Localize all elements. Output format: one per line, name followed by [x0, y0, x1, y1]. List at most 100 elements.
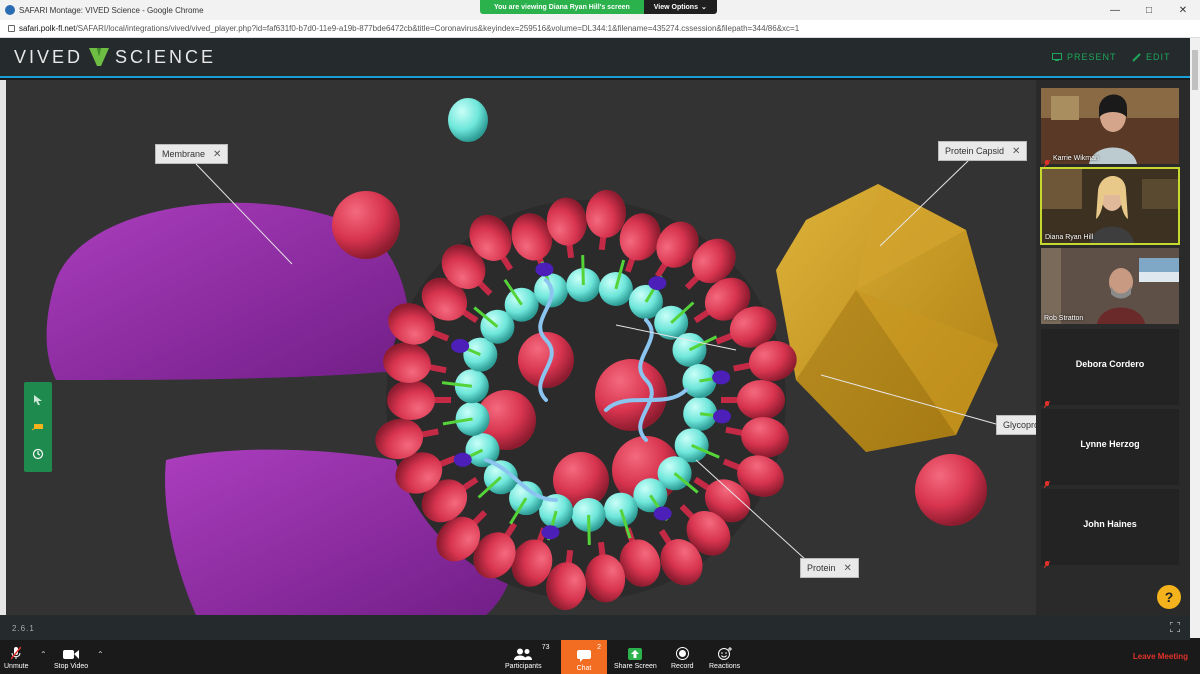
- maximize-icon[interactable]: □: [1132, 0, 1166, 20]
- reactions-button[interactable]: Reactions: [709, 642, 740, 672]
- record-label: Record: [671, 663, 694, 670]
- video-panel: Karrie Wikman Diana Ryan Hill Rob Stratt…: [1036, 80, 1190, 615]
- edit-button[interactable]: EDIT: [1132, 52, 1171, 62]
- participant-name: Rob Stratton: [1044, 315, 1084, 322]
- video-tile-lynne[interactable]: Lynne Herzog: [1040, 408, 1180, 489]
- video-options-caret[interactable]: ⌃: [97, 650, 104, 659]
- muted-mic-icon: [11, 646, 22, 660]
- view-options-label: View Options: [653, 3, 698, 11]
- minimize-icon[interactable]: —: [1098, 0, 1132, 20]
- participant-video: [1041, 88, 1179, 164]
- history-tool[interactable]: [30, 446, 46, 462]
- help-button[interactable]: ?: [1157, 585, 1181, 609]
- audio-options-caret[interactable]: ⌃: [40, 650, 47, 659]
- participant-name: Debora Cordero: [1075, 359, 1145, 369]
- app-footer: 2.6.1: [0, 615, 1190, 640]
- record-button[interactable]: Record: [671, 642, 694, 672]
- page-scrollbar[interactable]: [1190, 38, 1200, 638]
- smiley-plus-icon: [717, 647, 732, 660]
- participants-icon: [514, 648, 533, 660]
- chat-bubble-icon: [577, 650, 591, 662]
- participant-name: Karrie Wikman: [1053, 155, 1099, 162]
- video-tile-john[interactable]: John Haines: [1040, 488, 1180, 569]
- url-host: safari.polk-fl.net: [19, 24, 76, 33]
- stop-video-label: Stop Video: [54, 663, 89, 670]
- video-tile-diana[interactable]: Diana Ryan Hill: [1040, 167, 1180, 245]
- cursor-arrow-icon: [34, 394, 42, 405]
- unmute-label: Unmute: [4, 663, 29, 670]
- share-screen-button[interactable]: Share Screen: [614, 642, 657, 672]
- address-bar[interactable]: safari.polk-fl.net/SAFARI/local/integrat…: [0, 20, 1200, 38]
- view-options-button[interactable]: View Options ⌄: [643, 0, 717, 14]
- app-header: VIVED SCIENCE PRESENT EDIT: [0, 38, 1190, 78]
- edit-label: EDIT: [1146, 52, 1171, 62]
- url-path: /SAFARI/local/integrations/vived/vived_p…: [75, 24, 800, 33]
- video-tile-debora[interactable]: Debora Cordero: [1040, 328, 1180, 409]
- muted-mic-icon: [1043, 395, 1051, 409]
- share-screen-label: Share Screen: [614, 663, 657, 670]
- participants-button[interactable]: Participants 73: [505, 642, 550, 672]
- video-camera-icon: [63, 650, 80, 659]
- screen-share-banner: You are viewing Diana Ryan Hill's screen…: [480, 0, 717, 14]
- viewing-message: You are viewing Diana Ryan Hill's screen: [480, 0, 644, 14]
- membrane-label[interactable]: Membrane ✕: [155, 144, 229, 164]
- muted-mic-icon: [1043, 154, 1051, 168]
- muted-mic-icon: [1043, 475, 1051, 489]
- free-sphere: [332, 191, 400, 259]
- screen: SAFARI Montage: VIVED Science - Google C…: [0, 0, 1200, 674]
- select-tool[interactable]: [30, 392, 46, 408]
- participant-name: Diana Ryan Hill: [1045, 234, 1094, 241]
- close-icon[interactable]: ✕: [1166, 0, 1200, 20]
- chat-count: 2: [597, 644, 601, 651]
- lock-icon: [8, 25, 15, 32]
- glycoprotein-label-text: Glycopro: [1003, 420, 1036, 430]
- vived-logo: VIVED SCIENCE: [14, 47, 216, 68]
- close-icon[interactable]: ✕: [844, 563, 852, 574]
- present-button[interactable]: PRESENT: [1052, 52, 1117, 62]
- free-sphere: [915, 454, 987, 526]
- participant-video: [1042, 169, 1178, 243]
- chat-button[interactable]: Chat 2: [561, 640, 607, 674]
- url-text[interactable]: safari.polk-fl.net/SAFARI/local/integrat…: [19, 24, 799, 33]
- present-label: PRESENT: [1067, 52, 1117, 62]
- pencil-icon: [1132, 52, 1141, 62]
- close-icon[interactable]: ✕: [1012, 146, 1020, 157]
- participant-name: John Haines: [1083, 519, 1137, 529]
- participant-video: [1041, 248, 1179, 324]
- window-title: SAFARI Montage: VIVED Science - Google C…: [19, 5, 204, 15]
- unmute-button[interactable]: Unmute: [4, 642, 29, 672]
- tag-icon: [32, 423, 43, 431]
- label-tool[interactable]: [30, 419, 46, 435]
- protein-capsid-label[interactable]: Protein Capsid ✕: [938, 141, 1028, 161]
- scrollbar-thumb[interactable]: [1192, 50, 1198, 90]
- participants-label: Participants: [505, 663, 542, 670]
- close-icon[interactable]: ✕: [213, 149, 221, 160]
- leave-meeting-button[interactable]: Leave Meeting: [1133, 652, 1188, 661]
- stop-video-button[interactable]: Stop Video: [54, 642, 88, 672]
- free-sphere: [448, 98, 488, 142]
- logo-text-right: SCIENCE: [115, 46, 217, 67]
- 3d-viewport[interactable]: Membrane ✕ Protein Capsid ✕ Glycopro Pro…: [6, 80, 1036, 615]
- glycoprotein-label[interactable]: Glycopro: [996, 415, 1036, 435]
- video-tile-rob[interactable]: Rob Stratton: [1040, 247, 1180, 325]
- tool-palette: [24, 382, 52, 472]
- reactions-label: Reactions: [709, 663, 741, 670]
- question-icon: ?: [1164, 589, 1174, 605]
- protein-label-text: Protein: [807, 563, 836, 573]
- record-icon: [675, 647, 689, 660]
- chevron-down-icon: ⌄: [700, 4, 707, 11]
- video-tile-karrie[interactable]: Karrie Wikman: [1040, 87, 1180, 168]
- chrome-icon: [5, 5, 15, 15]
- chat-label: Chat: [576, 665, 592, 672]
- membrane-label-text: Membrane: [162, 149, 206, 159]
- meeting-toolbar: Unmute ⌃ Stop Video ⌃ Participants 73 Ch…: [0, 640, 1200, 674]
- logo-text-left: VIVED: [14, 46, 84, 67]
- participant-name: Lynne Herzog: [1080, 439, 1140, 449]
- v-logo-icon: [89, 48, 110, 66]
- participants-count: 73: [541, 644, 550, 651]
- share-screen-icon: [628, 648, 643, 660]
- protein-label[interactable]: Protein ✕: [800, 558, 859, 578]
- history-icon: [32, 449, 44, 460]
- fullscreen-icon[interactable]: [1170, 622, 1180, 632]
- version-text: 2.6.1: [12, 624, 35, 633]
